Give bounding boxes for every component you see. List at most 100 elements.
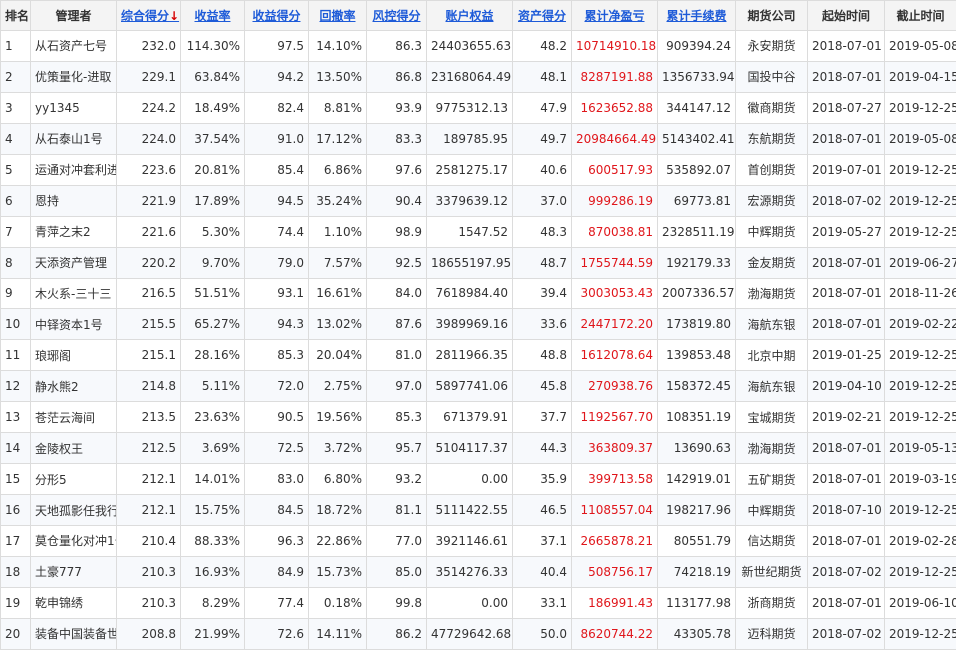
drawdown-cell: 15.73% (309, 556, 367, 587)
return-rate-cell: 16.93% (181, 556, 245, 587)
broker-cell: 宏源期货 (736, 185, 808, 216)
return-score-cell: 90.5 (245, 402, 309, 433)
net-profit-cell: 8287191.88 (572, 61, 658, 92)
manager-cell: 天地孤影任我行 (31, 495, 117, 526)
table-row[interactable]: 20装备中国装备世208.821.99%72.614.11%86.2477296… (1, 618, 956, 649)
risk-score-cell: 85.3 (367, 402, 427, 433)
table-row[interactable]: 2优策量化-进取229.163.84%94.213.50%86.82316806… (1, 61, 956, 92)
table-row[interactable]: 6恩持221.917.89%94.535.24%90.43379639.1237… (1, 185, 956, 216)
table-row[interactable]: 7青萍之末2221.65.30%74.41.10%98.91547.5248.3… (1, 216, 956, 247)
total-score-cell: 215.1 (117, 340, 181, 371)
table-row[interactable]: 16天地孤影任我行212.115.75%84.518.72%81.1511142… (1, 495, 956, 526)
risk-score-cell: 93.9 (367, 92, 427, 123)
rank-cell: 12 (1, 371, 31, 402)
header-return-rate[interactable]: 收益率 (181, 1, 245, 31)
end-date-cell: 2019-12-25 (885, 402, 956, 433)
total-score-cell: 224.0 (117, 123, 181, 154)
table-row[interactable]: 15分形5212.114.01%83.06.80%93.20.0035.9399… (1, 464, 956, 495)
return-score-cell: 72.6 (245, 618, 309, 649)
end-date-cell: 2019-12-25 (885, 154, 956, 185)
fees-cell: 1356733.94 (658, 61, 736, 92)
table-row[interactable]: 11琅琊阁215.128.16%85.320.04%81.02811966.35… (1, 340, 956, 371)
table-row[interactable]: 9木火系-三十三216.551.51%93.116.61%84.07618984… (1, 278, 956, 309)
drawdown-cell: 1.10% (309, 216, 367, 247)
header-asset-score[interactable]: 资产得分 (513, 1, 572, 31)
start-date-cell: 2018-07-01 (808, 309, 885, 340)
broker-cell: 新世纪期货 (736, 556, 808, 587)
return-rate-cell: 51.51% (181, 278, 245, 309)
table-row[interactable]: 18土豪777210.316.93%84.915.73%85.03514276.… (1, 556, 956, 587)
drawdown-cell: 35.24% (309, 185, 367, 216)
broker-cell: 渤海期货 (736, 433, 808, 464)
drawdown-cell: 8.81% (309, 92, 367, 123)
header-return-score[interactable]: 收益得分 (245, 1, 309, 31)
rank-cell: 16 (1, 495, 31, 526)
equity-cell: 3514276.33 (427, 556, 513, 587)
table-row[interactable]: 4从石泰山1号224.037.54%91.017.12%83.3189785.9… (1, 123, 956, 154)
manager-cell: 静水熊2 (31, 371, 117, 402)
manager-cell: yy1345 (31, 92, 117, 123)
start-date-cell: 2018-07-10 (808, 495, 885, 526)
table-row[interactable]: 1从石资产七号232.0114.30%97.514.10%86.32440365… (1, 31, 956, 62)
table-row[interactable]: 10中铎资本1号215.565.27%94.313.02%87.63989969… (1, 309, 956, 340)
risk-score-cell: 95.7 (367, 433, 427, 464)
manager-cell: 恩持 (31, 185, 117, 216)
header-net-profit[interactable]: 累计净盈亏 (572, 1, 658, 31)
total-score-cell: 213.5 (117, 402, 181, 433)
rank-cell: 10 (1, 309, 31, 340)
broker-cell: 浙商期货 (736, 587, 808, 618)
manager-cell: 土豪777 (31, 556, 117, 587)
fees-cell: 158372.45 (658, 371, 736, 402)
table-row[interactable]: 13苍茫云海间213.523.63%90.519.56%85.3671379.9… (1, 402, 956, 433)
equity-cell: 5111422.55 (427, 495, 513, 526)
rank-cell: 8 (1, 247, 31, 278)
start-date-cell: 2018-07-01 (808, 123, 885, 154)
table-row[interactable]: 12静水熊2214.85.11%72.02.75%97.05897741.064… (1, 371, 956, 402)
header-risk-score[interactable]: 风控得分 (367, 1, 427, 31)
return-score-cell: 74.4 (245, 216, 309, 247)
return-rate-cell: 88.33% (181, 526, 245, 557)
return-rate-cell: 8.29% (181, 587, 245, 618)
table-row[interactable]: 17莫仓量化对冲1号210.488.33%96.322.86%77.039211… (1, 526, 956, 557)
end-date-cell: 2019-04-15 (885, 61, 956, 92)
table-row[interactable]: 8天添资产管理220.29.70%79.07.57%92.518655197.9… (1, 247, 956, 278)
header-drawdown[interactable]: 回撤率 (309, 1, 367, 31)
header-total-score[interactable]: 综合得分↓ (117, 1, 181, 31)
asset-score-cell: 45.8 (513, 371, 572, 402)
drawdown-cell: 22.86% (309, 526, 367, 557)
broker-cell: 金友期货 (736, 247, 808, 278)
net-profit-cell: 999286.19 (572, 185, 658, 216)
broker-cell: 信达期货 (736, 526, 808, 557)
total-score-cell: 212.1 (117, 464, 181, 495)
rank-cell: 11 (1, 340, 31, 371)
net-profit-cell: 3003053.43 (572, 278, 658, 309)
return-score-cell: 85.4 (245, 154, 309, 185)
header-equity[interactable]: 账户权益 (427, 1, 513, 31)
return-score-cell: 77.4 (245, 587, 309, 618)
rank-cell: 4 (1, 123, 31, 154)
return-rate-cell: 63.84% (181, 61, 245, 92)
rank-cell: 19 (1, 587, 31, 618)
net-profit-cell: 270938.76 (572, 371, 658, 402)
total-score-cell: 212.5 (117, 433, 181, 464)
net-profit-cell: 363809.37 (572, 433, 658, 464)
asset-score-cell: 40.6 (513, 154, 572, 185)
rank-cell: 14 (1, 433, 31, 464)
table-row[interactable]: 19乾申锦绣210.38.29%77.40.18%99.80.0033.1186… (1, 587, 956, 618)
table-row[interactable]: 5运通对冲套利进223.620.81%85.46.86%97.62581275.… (1, 154, 956, 185)
return-score-cell: 94.2 (245, 61, 309, 92)
return-rate-cell: 15.75% (181, 495, 245, 526)
total-score-cell: 208.8 (117, 618, 181, 649)
equity-cell: 2811966.35 (427, 340, 513, 371)
return-rate-cell: 28.16% (181, 340, 245, 371)
table-row[interactable]: 14金陵权王212.53.69%72.53.72%95.75104117.374… (1, 433, 956, 464)
table-row[interactable]: 3yy1345224.218.49%82.48.81%93.99775312.1… (1, 92, 956, 123)
end-date-cell: 2019-12-25 (885, 216, 956, 247)
end-date-cell: 2019-12-25 (885, 92, 956, 123)
header-fees[interactable]: 累计手续费 (658, 1, 736, 31)
start-date-cell: 2018-07-01 (808, 31, 885, 62)
asset-score-cell: 33.1 (513, 587, 572, 618)
equity-cell: 18655197.95 (427, 247, 513, 278)
net-profit-cell: 186991.43 (572, 587, 658, 618)
equity-cell: 7618984.40 (427, 278, 513, 309)
